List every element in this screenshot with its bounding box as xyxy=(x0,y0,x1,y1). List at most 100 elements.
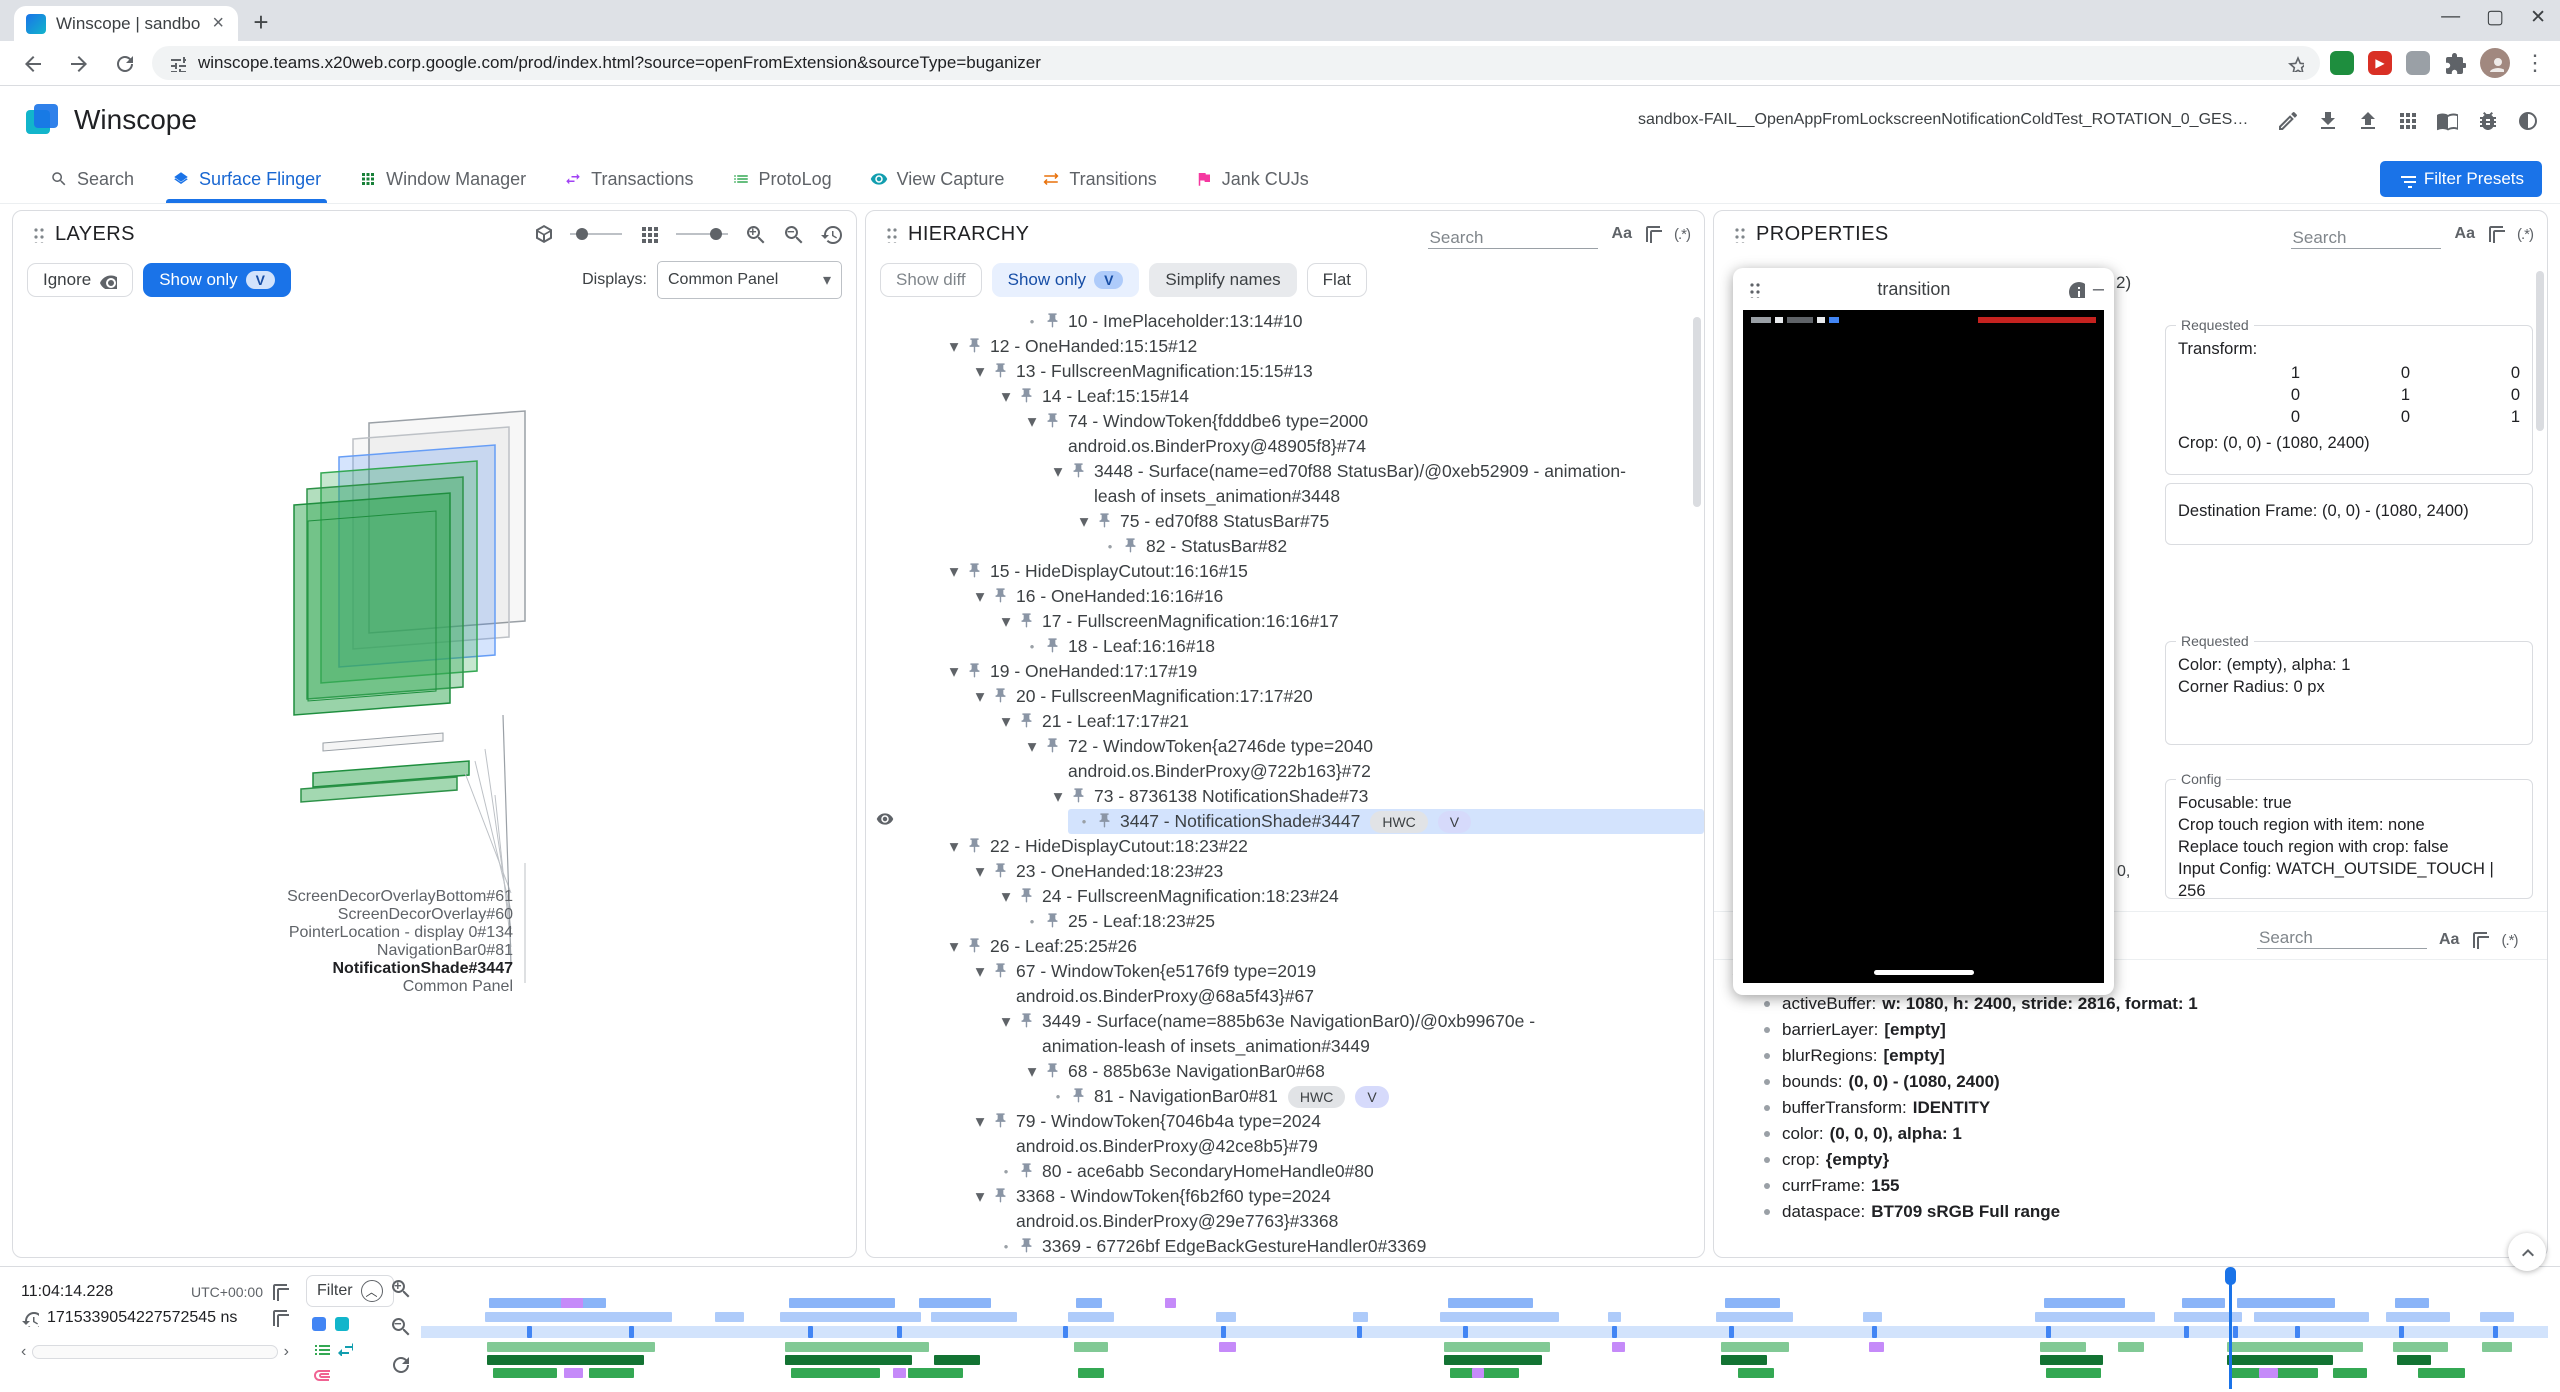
filter-presets-button[interactable]: Filter Presets xyxy=(2380,161,2542,197)
timeline-tick[interactable] xyxy=(1221,1326,1226,1338)
expand-chevron-icon[interactable]: ▾ xyxy=(968,1109,992,1134)
timeline-segment[interactable] xyxy=(493,1368,557,1378)
layer-label[interactable]: ScreenDecorOverlayBottom#61 xyxy=(13,888,513,906)
edit-icon[interactable] xyxy=(2276,109,2298,131)
property-item[interactable]: color:(0, 0, 0), alpha: 1 xyxy=(1724,1121,2537,1147)
info-icon[interactable] xyxy=(2067,280,2085,298)
window-close-icon[interactable]: ✕ xyxy=(2530,6,2546,29)
timeline-segment[interactable] xyxy=(919,1298,991,1308)
timeline-segment[interactable] xyxy=(1078,1368,1104,1378)
timeline-canvas[interactable] xyxy=(421,1270,2548,1389)
forward-button[interactable] xyxy=(60,45,96,81)
pin-icon[interactable] xyxy=(1018,884,1042,904)
timeline-segment[interactable] xyxy=(2044,1298,2125,1308)
profile-avatar[interactable] xyxy=(2480,48,2510,78)
pin-icon[interactable] xyxy=(992,359,1016,379)
timeline-segment[interactable] xyxy=(2386,1312,2450,1322)
timeline-segment[interactable] xyxy=(1448,1298,1533,1308)
property-item[interactable]: crop:{empty} xyxy=(1724,1147,2537,1173)
minimize-icon[interactable]: – xyxy=(2093,278,2104,301)
filter-button[interactable]: Filter ︿ xyxy=(306,1275,394,1307)
timeline-segment[interactable] xyxy=(2393,1342,2448,1352)
pin-icon[interactable] xyxy=(1070,1084,1094,1104)
pin-icon[interactable] xyxy=(966,934,990,954)
tree-node[interactable]: ▾75 - ed70f88 StatusBar#75 xyxy=(866,509,1704,534)
url-bar[interactable]: winscope.teams.x20web.corp.google.com/pr… xyxy=(152,46,2320,80)
pin-icon[interactable] xyxy=(1018,384,1042,404)
dark-mode-icon[interactable] xyxy=(2516,109,2538,131)
transition-overlay-card[interactable]: transition – xyxy=(1733,268,2114,995)
property-item[interactable]: bounds:(0, 0) - (1080, 2400) xyxy=(1724,1069,2537,1095)
visibility-icon[interactable] xyxy=(876,810,894,828)
report-bug-icon[interactable] xyxy=(2476,109,2498,131)
tree-node[interactable]: ▾22 - HideDisplayCutout:18:23#22 xyxy=(866,834,1704,859)
timeline-tick[interactable] xyxy=(2399,1326,2404,1338)
property-item[interactable]: barrierLayer:[empty] xyxy=(1724,1017,2537,1043)
tree-node[interactable]: ▾26 - Leaf:25:25#26 xyxy=(866,934,1704,959)
extension-icon-green[interactable] xyxy=(2330,51,2354,75)
tree-node[interactable]: •82 - StatusBar#82 xyxy=(866,534,1704,559)
timeline-tick[interactable] xyxy=(1463,1326,1468,1338)
tree-node[interactable]: ▾79 - WindowToken{7046b4a type=2024 andr… xyxy=(866,1109,1704,1159)
pin-icon[interactable] xyxy=(1044,409,1068,429)
new-tab-button[interactable]: + xyxy=(244,5,278,39)
timeline-segment[interactable] xyxy=(2480,1312,2514,1322)
layer-label[interactable]: NavigationBar0#81 xyxy=(13,942,513,960)
tree-node[interactable]: ▾21 - Leaf:17:17#21 xyxy=(866,709,1704,734)
zoom-in-icon[interactable]: + xyxy=(389,1277,411,1299)
timeline-segment[interactable] xyxy=(1721,1342,1789,1352)
3d-view-icon[interactable] xyxy=(532,223,554,245)
timeline-segment[interactable] xyxy=(785,1342,930,1352)
layers-3d-canvas[interactable] xyxy=(13,303,856,1258)
property-item[interactable]: blurRegions:[empty] xyxy=(1724,1043,2537,1069)
timeline-segment[interactable] xyxy=(2227,1355,2333,1365)
timeline-segment[interactable] xyxy=(1076,1298,1102,1308)
expand-chevron-icon[interactable]: ▾ xyxy=(1020,734,1044,759)
pin-icon[interactable] xyxy=(992,584,1016,604)
scroll-right-icon[interactable]: › xyxy=(284,1343,289,1361)
tab-transactions[interactable]: Transactions xyxy=(548,155,709,203)
tree-node[interactable]: ▾12 - OneHanded:15:15#12 xyxy=(866,334,1704,359)
timeline-tick[interactable] xyxy=(2295,1326,2300,1338)
timeline-segment[interactable] xyxy=(931,1312,1016,1322)
pin-icon[interactable] xyxy=(1096,509,1120,529)
timeline-tick[interactable] xyxy=(808,1326,813,1338)
timeline-segment[interactable] xyxy=(1738,1368,1774,1378)
match-word-icon[interactable] xyxy=(2471,931,2489,949)
property-item[interactable]: dataspace:BT709 sRGB Full range xyxy=(1724,1199,2537,1225)
property-item[interactable]: bufferTransform:IDENTITY xyxy=(1724,1095,2537,1121)
expand-chevron-icon[interactable]: ▾ xyxy=(1046,459,1070,484)
pin-icon[interactable] xyxy=(966,834,990,854)
tab-window-manager[interactable]: Window Manager xyxy=(343,155,542,203)
timeline-cursor[interactable] xyxy=(2229,1270,2232,1389)
upload-icon[interactable] xyxy=(2356,109,2378,131)
timeline-tick[interactable] xyxy=(1612,1326,1617,1338)
expand-chevron-icon[interactable]: ▾ xyxy=(968,584,992,609)
timeline-segment[interactable] xyxy=(589,1368,634,1378)
timeline-tick[interactable] xyxy=(2184,1326,2189,1338)
tree-node[interactable]: ▾16 - OneHanded:16:16#16 xyxy=(866,584,1704,609)
timeline-segment[interactable] xyxy=(1440,1312,1559,1322)
properties-search-input[interactable]: Search xyxy=(2291,219,2441,249)
timeline-segment[interactable] xyxy=(2227,1342,2363,1352)
expand-chevron-icon[interactable]: ▾ xyxy=(1072,509,1096,534)
tree-node[interactable]: •10 - ImePlaceholder:13:14#10 xyxy=(866,309,1704,334)
timeline-segment[interactable] xyxy=(489,1298,606,1308)
rotation-slider[interactable] xyxy=(570,233,622,235)
expand-chevron-icon[interactable]: ▾ xyxy=(994,884,1018,909)
timeline-tick[interactable] xyxy=(527,1326,532,1338)
expand-chevron-icon[interactable]: ▾ xyxy=(968,959,992,984)
tree-node[interactable]: ▾3368 - WindowToken{f6b2f60 type=2024 an… xyxy=(866,1184,1704,1234)
proto-search-input[interactable]: Search xyxy=(2257,919,2427,949)
timeline-segment[interactable] xyxy=(1216,1312,1235,1322)
regex-icon[interactable]: (.*) xyxy=(1674,226,1690,243)
timeline-segment[interactable] xyxy=(2046,1368,2101,1378)
pin-icon[interactable] xyxy=(1070,784,1094,804)
extension-icon-red[interactable]: ▶ xyxy=(2368,51,2392,75)
pin-icon[interactable] xyxy=(992,1184,1016,1204)
tree-node[interactable]: ▾24 - FullscreenMagnification:18:23#24 xyxy=(866,884,1704,909)
timeline-segment[interactable] xyxy=(785,1355,913,1365)
pin-icon[interactable] xyxy=(1044,909,1068,929)
timeline-segment[interactable] xyxy=(1725,1298,1780,1308)
expand-chevron-icon[interactable]: ▾ xyxy=(1020,409,1044,434)
